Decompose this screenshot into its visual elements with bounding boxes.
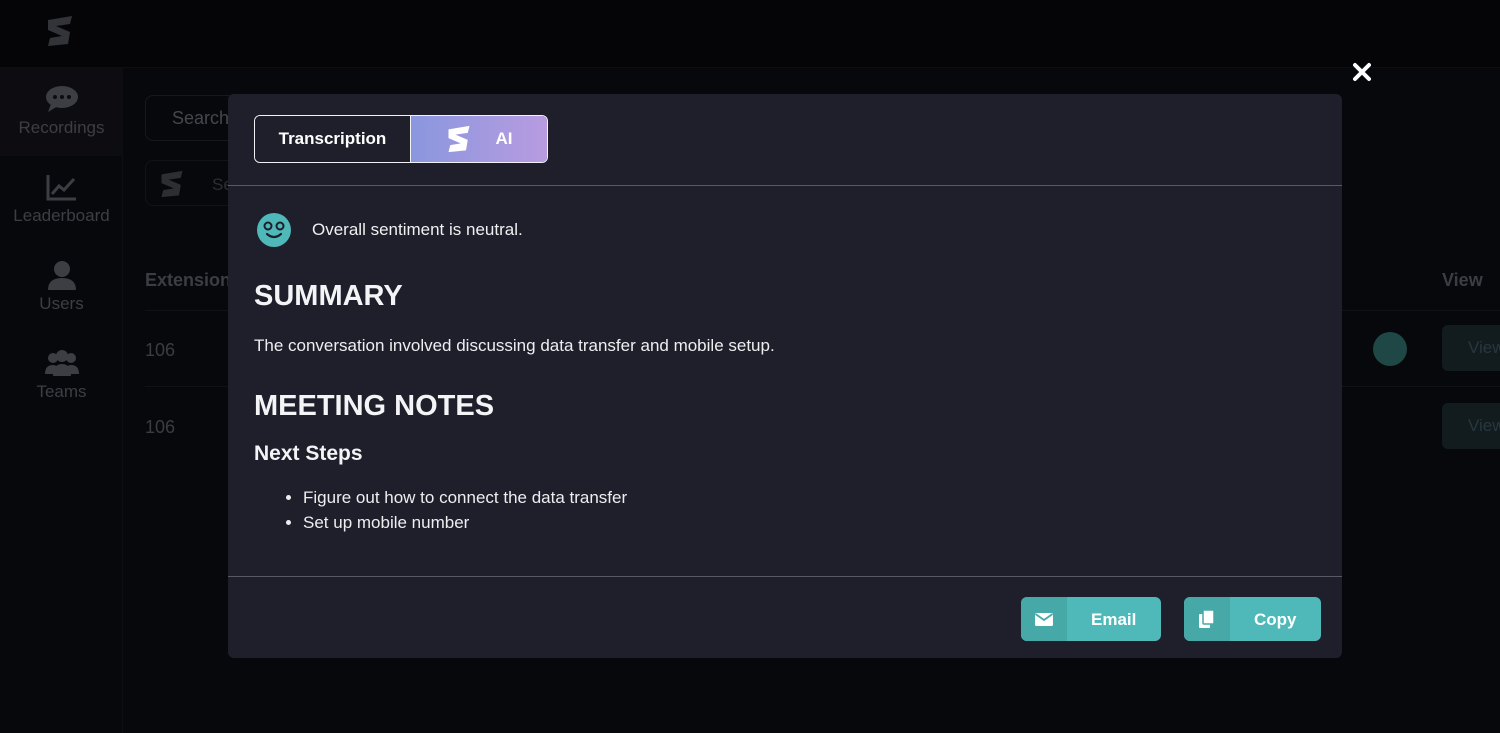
envelope-icon-wrap xyxy=(1021,597,1067,641)
app-logo-icon xyxy=(448,125,470,153)
tab-ai[interactable]: AI xyxy=(409,116,547,162)
copy-button[interactable]: Copy xyxy=(1184,597,1321,641)
sentiment-row: Overall sentiment is neutral. xyxy=(256,212,523,248)
ai-summary-modal: Transcription AI Overall sentiment is ne… xyxy=(228,94,1342,658)
next-steps-list: Figure out how to connect the data trans… xyxy=(303,488,627,538)
copy-icon-wrap xyxy=(1184,597,1230,641)
modal-header: Transcription AI xyxy=(228,94,1342,186)
tab-transcription[interactable]: Transcription xyxy=(255,116,410,162)
summary-text: The conversation involved discussing dat… xyxy=(254,336,775,355)
sentiment-text: Overall sentiment is neutral. xyxy=(312,220,523,239)
envelope-icon xyxy=(1034,613,1054,626)
copy-button-label: Copy xyxy=(1254,610,1297,629)
copy-icon xyxy=(1199,609,1215,628)
tab-group: Transcription AI xyxy=(254,115,548,163)
neutral-face-icon xyxy=(257,213,291,247)
list-item: Figure out how to connect the data trans… xyxy=(303,488,627,507)
email-button-label: Email xyxy=(1091,610,1137,629)
next-steps-heading: Next Steps xyxy=(254,442,363,465)
close-icon[interactable] xyxy=(1350,60,1374,84)
list-item: Set up mobile number xyxy=(303,513,627,532)
meeting-notes-heading: MEETING NOTES xyxy=(254,390,495,422)
email-button[interactable]: Email xyxy=(1021,597,1161,641)
summary-heading: SUMMARY xyxy=(254,280,403,312)
modal-body: Overall sentiment is neutral. SUMMARY Th… xyxy=(228,186,1342,577)
tab-ai-label: AI xyxy=(495,129,513,148)
